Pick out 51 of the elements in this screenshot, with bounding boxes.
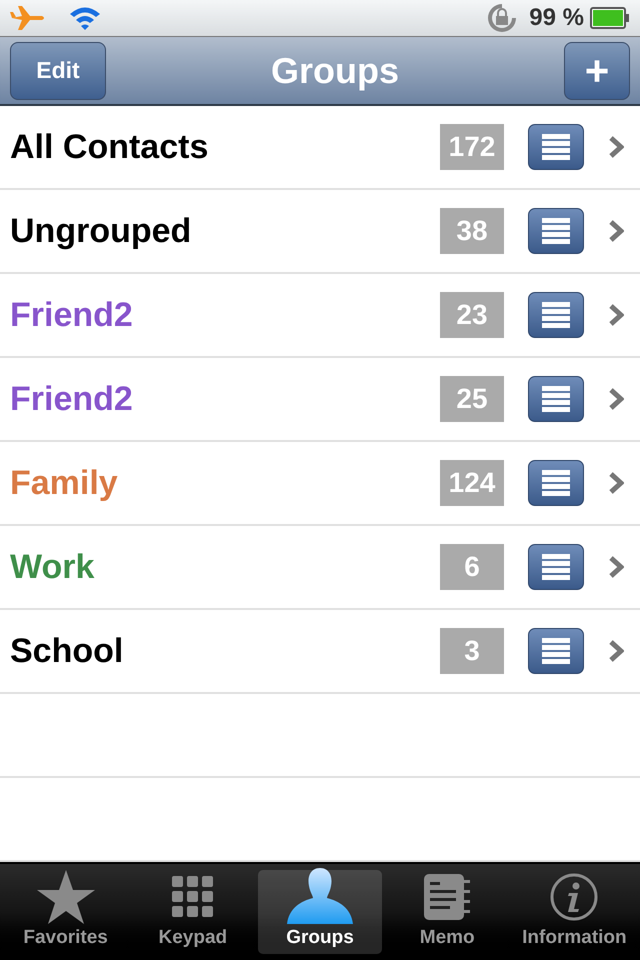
group-name: Friend2 (10, 294, 134, 336)
tab-item[interactable]: Information (512, 870, 636, 954)
chevron-icon[interactable] (608, 387, 624, 411)
list-icon (542, 638, 570, 664)
list-icon (542, 218, 570, 244)
list-icon (542, 386, 570, 412)
list-icon (542, 134, 570, 160)
count-badge: 25 (440, 376, 504, 422)
add-button[interactable]: + (564, 42, 630, 100)
chevron-icon[interactable] (608, 555, 624, 579)
notepad-icon (424, 874, 470, 920)
list-button[interactable] (528, 460, 584, 506)
star-icon (36, 870, 95, 924)
list-icon (542, 554, 570, 580)
list-button[interactable] (528, 376, 584, 422)
chevron-icon[interactable] (608, 639, 624, 663)
count-badge: 23 (440, 292, 504, 338)
chevron-icon[interactable] (608, 219, 624, 243)
chevron-icon[interactable] (608, 471, 624, 495)
list-button[interactable] (528, 544, 584, 590)
list-button[interactable] (528, 628, 584, 674)
chevron-icon[interactable] (608, 135, 624, 159)
list-button[interactable] (528, 292, 584, 338)
count-badge: 6 (440, 544, 504, 590)
list-button[interactable] (528, 124, 584, 170)
nav-title: Groups (270, 48, 400, 92)
list-icon (542, 470, 570, 496)
group-name: All Contacts (10, 126, 210, 168)
info-icon (550, 872, 598, 921)
tab-item[interactable]: Memo (386, 870, 509, 954)
group-name: Family (10, 462, 119, 504)
airplane-icon (10, 4, 46, 32)
count-badge: 172 (440, 124, 504, 170)
list-button[interactable] (528, 208, 584, 254)
count-badge: 124 (440, 460, 504, 506)
count-badge: 3 (440, 628, 504, 674)
group-name: School (10, 630, 124, 672)
tab-item[interactable]: Groups (258, 870, 382, 954)
group-name: Work (10, 546, 96, 588)
tab-item[interactable]: Keypad (131, 870, 254, 954)
group-name: Friend2 (10, 378, 134, 420)
tab-item[interactable]: Favorites (4, 870, 128, 954)
group-name: Ungrouped (10, 210, 192, 252)
chevron-icon[interactable] (608, 303, 624, 327)
count-badge: 38 (440, 208, 504, 254)
list-icon (542, 302, 570, 328)
keypad-icon (172, 876, 214, 918)
person-icon (287, 868, 353, 924)
edit-button[interactable]: Edit (10, 42, 106, 100)
battery-icon (590, 7, 630, 29)
battery-percentage: 99 % (529, 3, 584, 33)
